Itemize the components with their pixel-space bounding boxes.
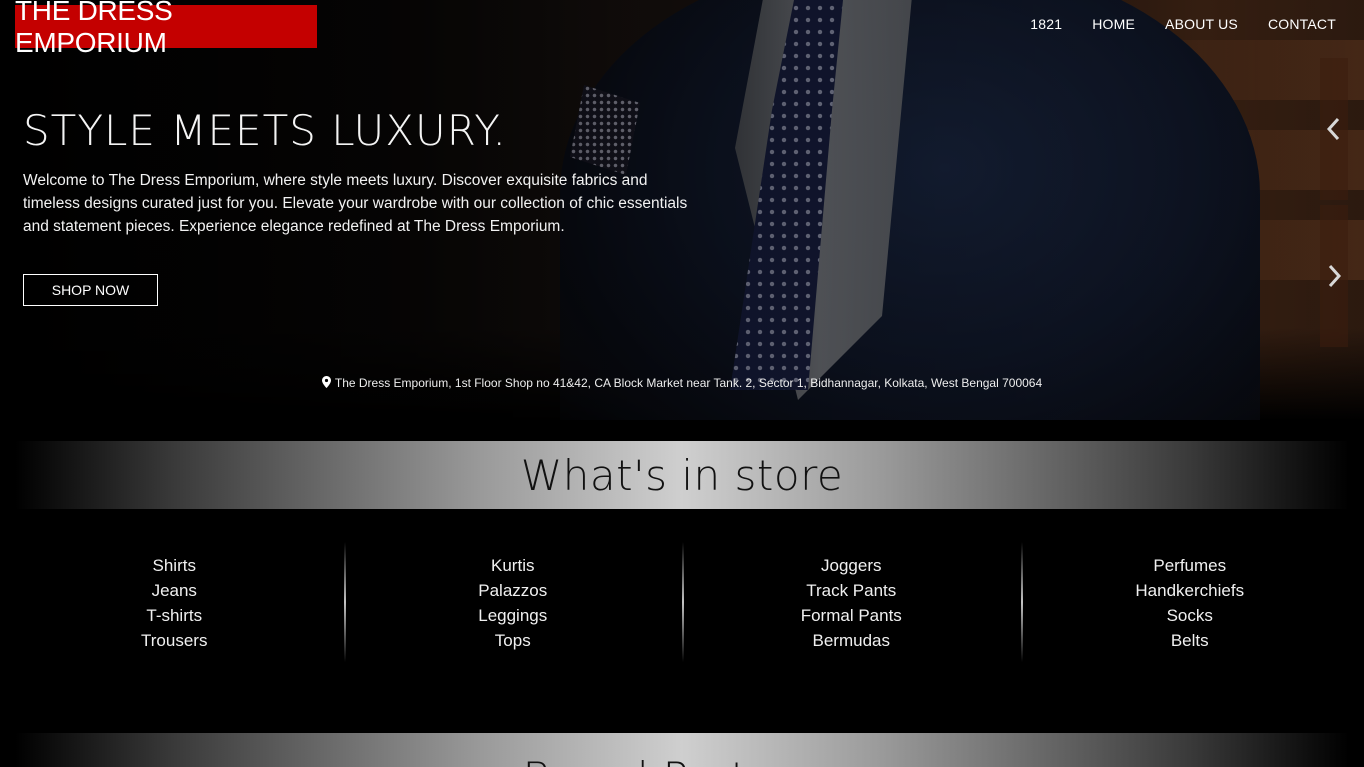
map-pin-icon — [321, 376, 331, 391]
category-link[interactable]: Bermudas — [813, 628, 890, 653]
hero-title: STYLE MEETS LUXURY. — [23, 106, 507, 155]
category-link[interactable]: Formal Pants — [801, 603, 902, 628]
nav-item-about-us[interactable]: ABOUT US — [1165, 16, 1238, 32]
shop-now-button[interactable]: SHOP NOW — [23, 274, 158, 306]
store-section-banner: What's in store — [15, 441, 1349, 509]
carousel-next-button[interactable] — [1320, 205, 1348, 347]
category-link[interactable]: Track Pants — [806, 578, 896, 603]
store-categories: Shirts Jeans T-shirts Trousers Kurtis Pa… — [5, 542, 1359, 662]
category-link[interactable]: Shirts — [153, 553, 196, 578]
category-column-women: Kurtis Palazzos Leggings Tops — [343, 542, 683, 662]
category-link[interactable]: Palazzos — [478, 578, 547, 603]
category-link[interactable]: Jeans — [152, 578, 197, 603]
category-link[interactable]: Socks — [1167, 603, 1213, 628]
category-link[interactable]: Tops — [495, 628, 531, 653]
category-column-men: Shirts Jeans T-shirts Trousers — [5, 542, 344, 662]
category-link[interactable]: Belts — [1171, 628, 1209, 653]
store-section-title: What's in store — [520, 450, 844, 500]
store-address: The Dress Emporium, 1st Floor Shop no 41… — [0, 376, 1364, 391]
category-column-pants: Joggers Track Pants Formal Pants Bermuda… — [682, 542, 1021, 662]
hero-description: Welcome to The Dress Emporium, where sty… — [23, 172, 688, 235]
category-link[interactable]: Kurtis — [491, 553, 534, 578]
nav-item-1821[interactable]: 1821 — [1030, 16, 1062, 32]
category-link[interactable]: T-shirts — [146, 603, 202, 628]
category-link[interactable]: Joggers — [821, 553, 881, 578]
page: THE DRESS EMPORIUM 1821 HOME ABOUT US CO… — [0, 0, 1364, 767]
carousel-prev-button[interactable] — [1320, 58, 1348, 200]
brand-logo[interactable]: THE DRESS EMPORIUM — [15, 0, 317, 58]
address-text: The Dress Emporium, 1st Floor Shop no 41… — [334, 376, 1043, 390]
nav-item-home[interactable]: HOME — [1092, 16, 1135, 32]
category-link[interactable]: Leggings — [478, 603, 547, 628]
main-nav: 1821 HOME ABOUT US CONTACT — [1030, 16, 1336, 32]
category-link[interactable]: Trousers — [141, 628, 207, 653]
chevron-left-icon — [1326, 117, 1340, 141]
brand-partners-banner: Brand Partners — [15, 733, 1349, 767]
category-link[interactable]: Perfumes — [1153, 553, 1226, 578]
brand-partners-title: Brand Partners — [523, 753, 842, 767]
nav-item-contact[interactable]: CONTACT — [1268, 16, 1336, 32]
category-link[interactable]: Handkerchiefs — [1135, 578, 1244, 603]
category-column-accessories: Perfumes Handkerchiefs Socks Belts — [1020, 542, 1360, 662]
chevron-right-icon — [1328, 264, 1342, 288]
